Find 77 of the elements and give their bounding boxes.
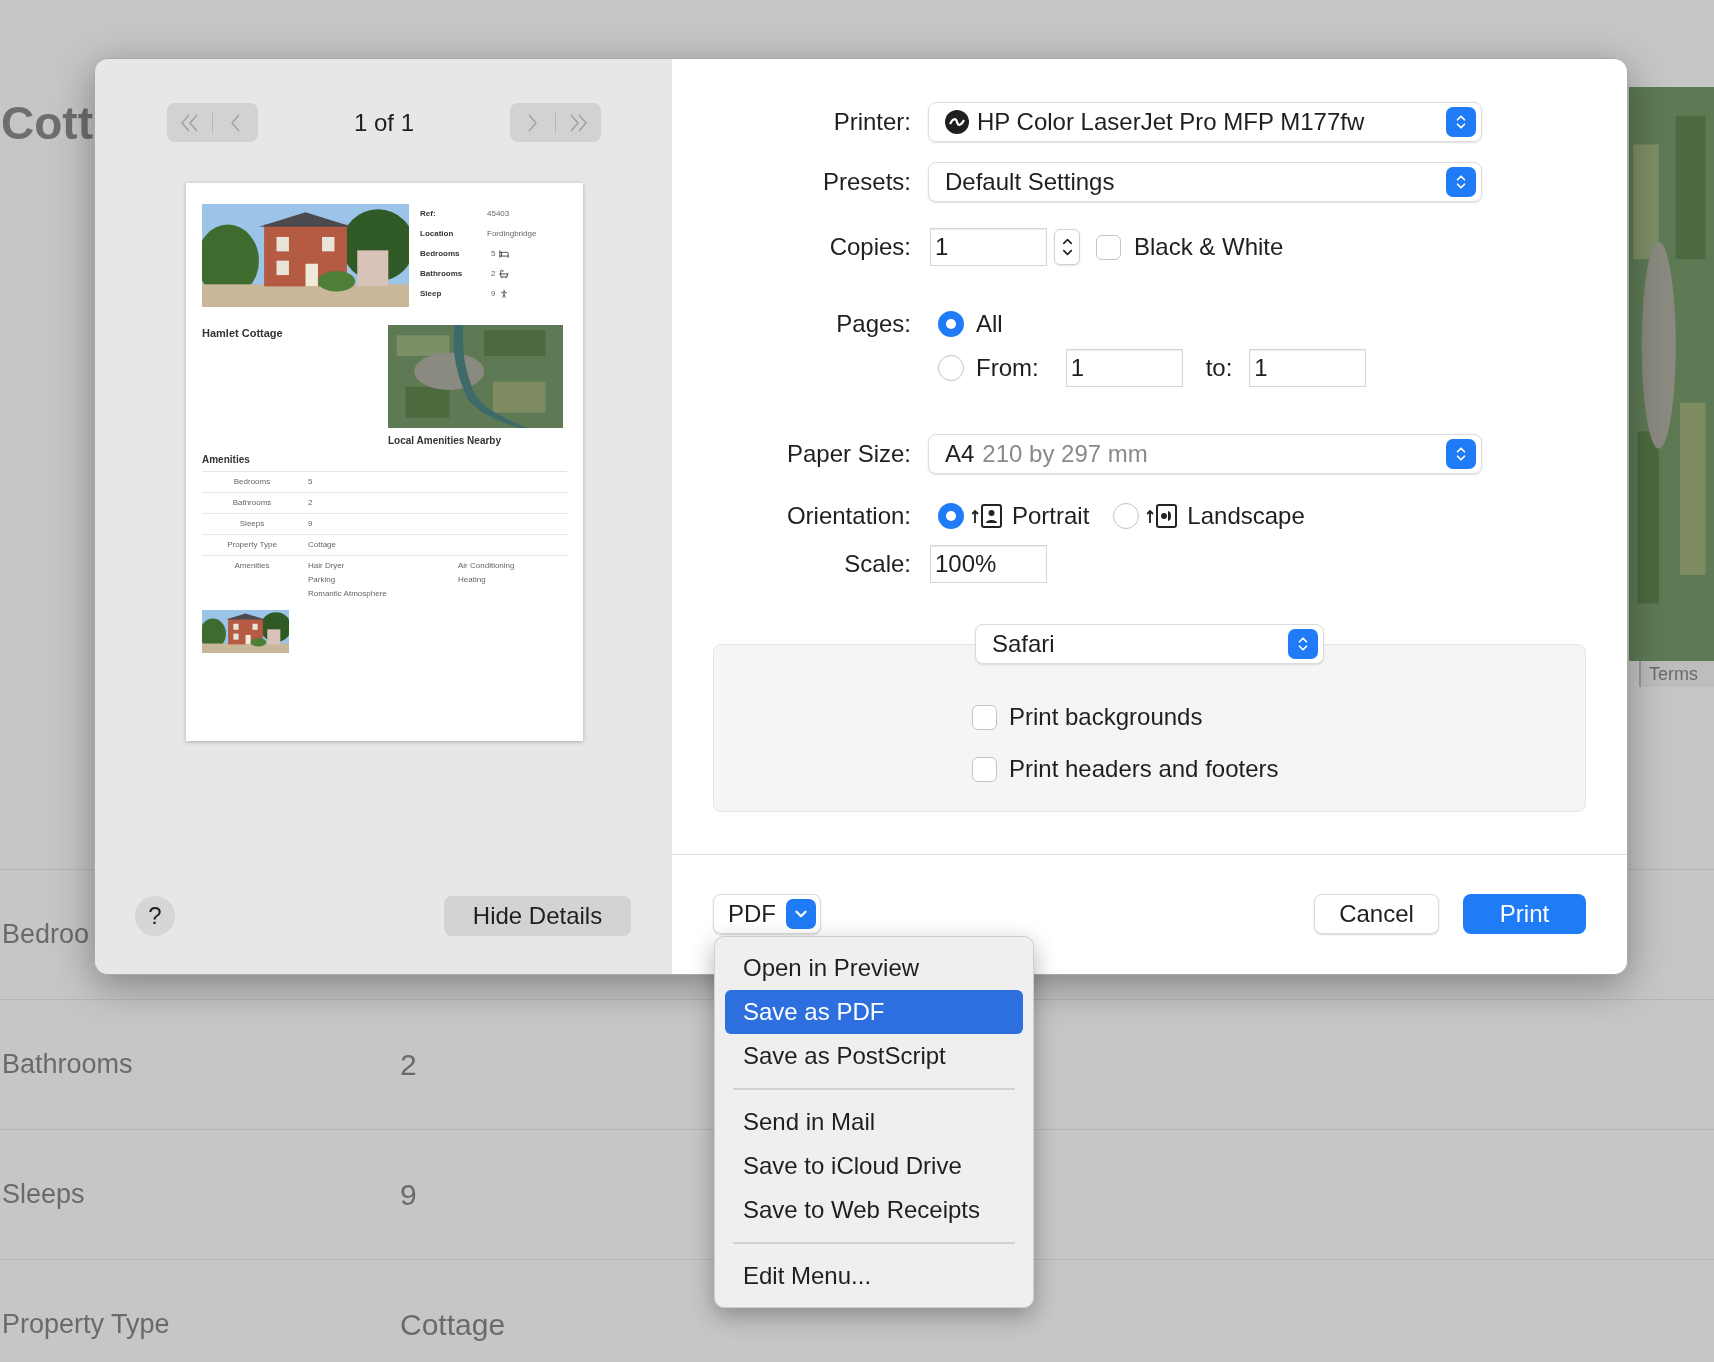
all-pages-label: All xyxy=(976,309,1003,339)
fact-value: 5 xyxy=(491,248,496,260)
page-heading: Cott xyxy=(1,100,93,151)
fact-label: Sleep xyxy=(420,288,443,300)
menu-item[interactable]: Save as PDF xyxy=(725,990,1023,1034)
fact-label: Bathrooms xyxy=(420,268,464,280)
row-label: Property Type xyxy=(2,1309,170,1340)
table-cell-text: Amenities xyxy=(233,561,271,572)
presets-value: Default Settings xyxy=(945,167,1116,197)
safari-popup-value: Safari xyxy=(992,629,1056,659)
map-footer-bar: Terms xyxy=(1639,661,1714,687)
section-heading: Amenities xyxy=(202,453,251,467)
menu-item[interactable]: Save as PostScript xyxy=(725,1034,1023,1078)
print-button[interactable]: Print xyxy=(1463,893,1586,934)
option-label: Print backgrounds xyxy=(1009,702,1203,732)
table-cell-text: Romantic Atmosphere xyxy=(308,589,388,599)
help-button[interactable]: ? xyxy=(135,896,175,936)
row-value: Cottage xyxy=(400,1307,506,1343)
scale-label: Scale: xyxy=(843,549,911,579)
input-field[interactable]: 1 xyxy=(1249,349,1367,387)
orientation-option-label: Portrait xyxy=(1012,501,1090,531)
menu-item[interactable]: Save to iCloud Drive xyxy=(725,1144,1023,1188)
cancel-button[interactable]: Cancel xyxy=(1314,893,1439,934)
paper-size-popup[interactable]: A4 210 by 297 mm xyxy=(928,434,1482,474)
table-cell-text: Parking xyxy=(308,575,337,585)
input-field[interactable]: 100% xyxy=(930,545,1047,583)
hide-details-button[interactable]: Hide Details xyxy=(444,896,631,936)
copies-label: Copies: xyxy=(828,232,911,262)
fact-value: 2 xyxy=(491,268,496,280)
table-cell-text: Bedrooms xyxy=(232,477,272,487)
from-label: From: xyxy=(976,353,1039,383)
presets-label: Presets: xyxy=(821,167,911,197)
table-cell-text: 5 xyxy=(308,477,314,487)
orientation-label: Orientation: xyxy=(785,501,911,531)
safari-popup[interactable]: Safari xyxy=(975,624,1324,664)
table-cell-text: Sleeps xyxy=(238,519,266,529)
fact-label: Bedrooms xyxy=(420,248,461,260)
fact-value: Fordingbridge xyxy=(487,228,537,240)
printer-value: HP Color LaserJet Pro MFP M177fw xyxy=(977,107,1366,137)
menu-item[interactable]: Open in Preview xyxy=(725,946,1023,990)
to-label: to: xyxy=(1205,353,1233,383)
monochrome-option-label: Black & White xyxy=(1134,232,1284,262)
table-cell-text: Air Conditioning xyxy=(458,561,516,571)
row-value: 2 xyxy=(400,1047,417,1083)
property-title: Hamlet Cottage xyxy=(202,326,284,339)
pages-label: Pages: xyxy=(835,309,911,339)
pdf-menu-button[interactable]: PDF xyxy=(713,893,821,934)
fact-value: 45403 xyxy=(487,208,510,220)
table-cell-text: Property Type xyxy=(226,540,278,550)
orientation-option-label: Landscape xyxy=(1187,501,1305,531)
menu-item[interactable]: Send in Mail xyxy=(725,1100,1023,1144)
paper-size-value: A4 xyxy=(945,439,975,469)
fact-value: 9 xyxy=(491,288,496,300)
row-label: Bathrooms xyxy=(2,1049,133,1080)
map-caption: Local Amenities Nearby xyxy=(388,434,502,448)
table-cell-text: Heating xyxy=(458,575,487,585)
printer-label: Printer: xyxy=(832,107,911,137)
option-label: Print headers and footers xyxy=(1009,754,1279,784)
fact-label: Ref: xyxy=(420,208,437,220)
row-label: Sleeps xyxy=(2,1179,85,1210)
page-indicator: 1 of 1 xyxy=(352,107,415,138)
table-cell-text: Hair Dryer xyxy=(308,561,346,571)
printer-popup[interactable]: HP Color LaserJet Pro MFP M177fw xyxy=(928,102,1482,142)
table-cell-text: Cottage xyxy=(308,540,338,550)
fact-label: Location xyxy=(420,228,455,240)
menu-item[interactable]: Edit Menu... xyxy=(725,1254,1023,1298)
table-cell-text: Bathrooms xyxy=(231,498,273,508)
paper-size-label: Paper Size: xyxy=(785,439,911,469)
row-label: Bedroo xyxy=(2,919,90,950)
table-cell-text: 2 xyxy=(308,498,314,508)
menu-item[interactable]: Save to Web Receipts xyxy=(725,1188,1023,1232)
paper-size-detail: 210 by 297 mm xyxy=(982,439,1149,469)
input-field[interactable]: 1 xyxy=(1065,349,1183,387)
presets-popup[interactable]: Default Settings xyxy=(928,162,1482,202)
row-value: 9 xyxy=(400,1177,417,1213)
input-field[interactable]: 1 xyxy=(930,228,1047,266)
table-cell-text: 9 xyxy=(308,519,314,529)
